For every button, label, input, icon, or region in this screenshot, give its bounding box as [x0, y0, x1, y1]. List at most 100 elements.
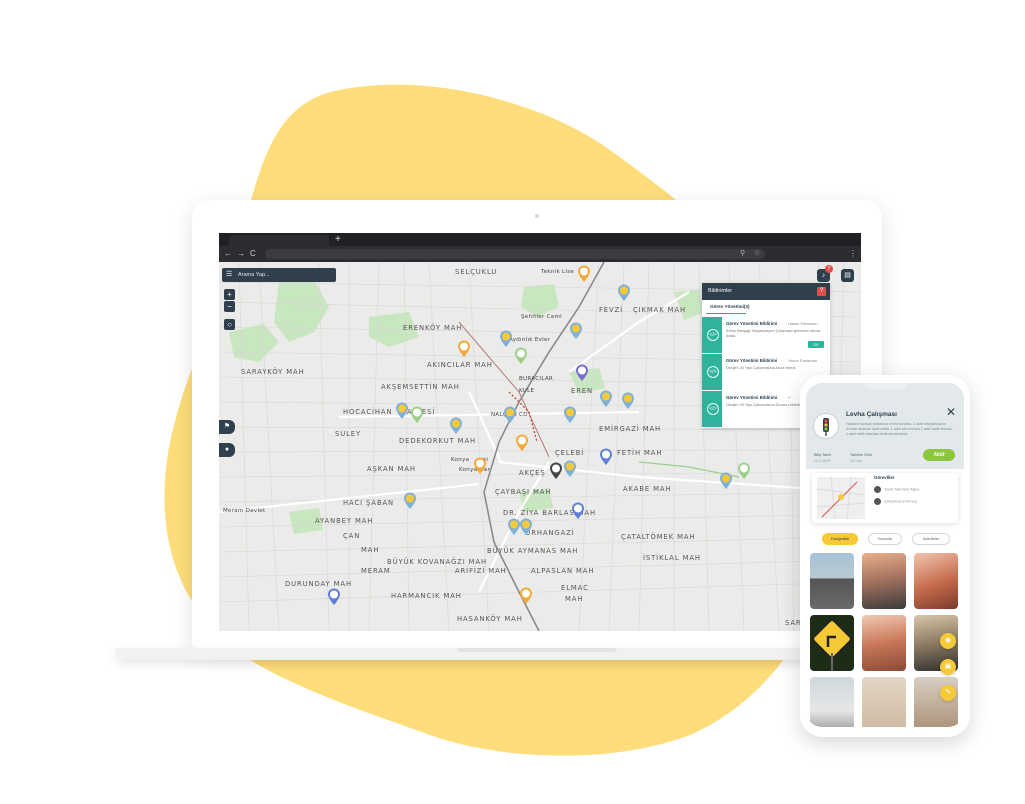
map-label: BÜYÜK AYMANAS MAH: [487, 547, 579, 555]
notification-ok-button[interactable]: OK: [808, 341, 824, 348]
tab-task-management[interactable]: Görev Yönetimi(3): [710, 304, 749, 309]
map-label: HOCACİHAN: [343, 408, 393, 416]
traffic-light-marker-icon[interactable]: [599, 390, 613, 408]
browser-tab-bar: +: [219, 233, 861, 246]
photo-thumbnail[interactable]: [810, 615, 854, 671]
location-map-thumbnail[interactable]: [816, 476, 866, 520]
status-badge[interactable]: Aktif: [923, 449, 955, 461]
search-icon[interactable]: ⚲: [740, 246, 745, 262]
end-date-label: Bitiş Tarihi: [814, 453, 832, 457]
back-arrow-icon[interactable]: ←: [224, 246, 232, 262]
dismiss-icon[interactable]: </>: [707, 403, 719, 415]
notification-sender: Haşim Parlaman: [788, 321, 818, 326]
photo-thumbnail[interactable]: [810, 553, 854, 609]
search-input[interactable]: Arama Yap...: [238, 268, 270, 282]
bus-marker-icon[interactable]: [514, 347, 528, 365]
building-marker-icon[interactable]: [519, 587, 533, 605]
sign-marker-icon[interactable]: [457, 340, 471, 358]
photo-thumbnail[interactable]: [810, 677, 854, 727]
close-icon[interactable]: ✕: [946, 405, 956, 419]
map-label: BÜYÜK KOVANAĞZI MAH: [387, 558, 487, 566]
building-marker-icon[interactable]: [473, 457, 487, 475]
road-work-marker-icon[interactable]: [410, 406, 424, 424]
traffic-light-marker-icon[interactable]: [563, 406, 577, 424]
browser-menu-icon[interactable]: ⋮: [849, 246, 857, 262]
dismiss-icon[interactable]: </>: [707, 366, 719, 378]
phone-screen: Levha Çalışması Hastane kavşak noktasına…: [806, 383, 964, 727]
zoom-in-button[interactable]: +: [224, 289, 235, 300]
notification-item[interactable]: </> Görev Yönetimi Bildirimi Haşim Parla…: [702, 317, 830, 353]
tab-activities[interactable]: Aktiviteler: [912, 533, 950, 545]
traffic-light-marker-icon[interactable]: [499, 330, 513, 348]
end-date-value: 12.3.2019: [814, 459, 830, 463]
traffic-light-marker-icon[interactable]: [719, 472, 733, 490]
map-label: ÇELEBİ: [555, 449, 585, 457]
map-label: ÇIKMAK MAH: [633, 306, 686, 314]
star-icon[interactable]: ☆: [754, 246, 760, 262]
notification-title: Görev Yönetimi Bildirimi: [726, 321, 778, 326]
zoom-out-button[interactable]: −: [224, 301, 235, 312]
traffic-light-marker-icon[interactable]: [569, 322, 583, 340]
map-search-bar[interactable]: ☰ Arama Yap...: [222, 268, 336, 282]
traffic-light-marker-icon[interactable]: [395, 402, 409, 420]
road-work-marker-icon[interactable]: [737, 462, 751, 480]
map-label: AKINCILAR MAH: [427, 361, 493, 369]
phone-notch: [865, 383, 907, 389]
photo-thumbnail[interactable]: [862, 615, 906, 671]
assignees-card: Görevliler Yasin Mehmet Ağca Süleyman Du…: [812, 473, 958, 523]
map-label: HACI ŞABAN: [343, 499, 395, 507]
map-label: SULEY: [335, 430, 362, 438]
map-label: MAH: [565, 595, 584, 603]
notifications-header: Bildirimler ?: [702, 283, 830, 300]
traffic-light-marker-icon[interactable]: [621, 392, 635, 410]
photo-thumbnail[interactable]: [914, 553, 958, 609]
detail-tabs: Fotoğraflar Yorumlar Aktiviteler: [812, 533, 958, 545]
map-label: SARAYKÖY MAH: [241, 368, 305, 376]
repair-marker-icon[interactable]: [327, 588, 341, 606]
new-tab-button[interactable]: +: [335, 233, 341, 246]
browser-tab[interactable]: [229, 235, 329, 246]
traffic-light-marker-icon[interactable]: [503, 406, 517, 424]
address-bar[interactable]: [265, 249, 765, 259]
gallery-icon[interactable]: ▣: [940, 659, 956, 675]
tab-comments[interactable]: Yorumlar: [868, 533, 902, 545]
chat-bubble-icon[interactable]: ○: [224, 319, 235, 330]
photo-thumbnail[interactable]: [862, 677, 906, 727]
building-marker-icon[interactable]: [577, 265, 591, 283]
camera-marker-icon[interactable]: [549, 462, 563, 480]
layer-toggle-icon[interactable]: ⚑: [219, 420, 235, 434]
notification-title: Görev Yönetimi Bildirimi: [726, 358, 778, 363]
tab-photos[interactable]: Fotoğraflar: [822, 533, 858, 545]
notifications-close-button[interactable]: ?: [817, 287, 826, 296]
traffic-light-marker-icon[interactable]: [563, 460, 577, 478]
photo-thumbnail[interactable]: [862, 553, 906, 609]
map-view[interactable]: SELÇUKLU Teknik Lise ÇIKMAK MAH FEVZİ Şe…: [219, 261, 861, 631]
repair-marker-icon[interactable]: [571, 502, 585, 520]
photo-thumbnail[interactable]: [914, 677, 958, 727]
laptop-frame: + ← → C ⚲ ☆ ⋮ SELÇUKLU Teknik Lise ÇIKMA…: [192, 200, 882, 648]
map-label: Teknik Lise: [541, 269, 575, 275]
avatar: [874, 498, 881, 505]
map-label: FETİH MAH: [617, 449, 663, 457]
traffic-light-marker-icon[interactable]: [617, 284, 631, 302]
traffic-light-marker-icon[interactable]: [449, 417, 463, 435]
camera-icon[interactable]: ◉: [940, 633, 956, 649]
map-label: İSTİKLAL MAH: [643, 554, 701, 562]
reload-icon[interactable]: C: [250, 246, 256, 262]
dismiss-icon[interactable]: </>: [707, 329, 719, 341]
notification-bell-icon[interactable]: ♪ 7: [817, 265, 833, 282]
traffic-light-marker-icon[interactable]: [519, 518, 533, 536]
repair-marker-icon[interactable]: [599, 448, 613, 466]
trash-icon[interactable]: ▤: [841, 269, 854, 282]
repair-marker-icon[interactable]: [575, 364, 589, 382]
road-work-marker-icon[interactable]: [515, 434, 529, 452]
map-label: ELMAC: [561, 584, 589, 592]
forward-arrow-icon[interactable]: →: [237, 246, 245, 262]
map-label: BURACILAR: [519, 376, 553, 382]
hamburger-menu-icon[interactable]: ☰: [226, 268, 232, 282]
traffic-light-marker-icon[interactable]: [403, 492, 417, 510]
location-pin-icon[interactable]: ●: [219, 443, 235, 457]
map-label: Şehitler Cami: [521, 314, 562, 320]
assignees-title: Görevliler: [874, 475, 895, 480]
attachment-icon[interactable]: ✎: [940, 685, 956, 701]
